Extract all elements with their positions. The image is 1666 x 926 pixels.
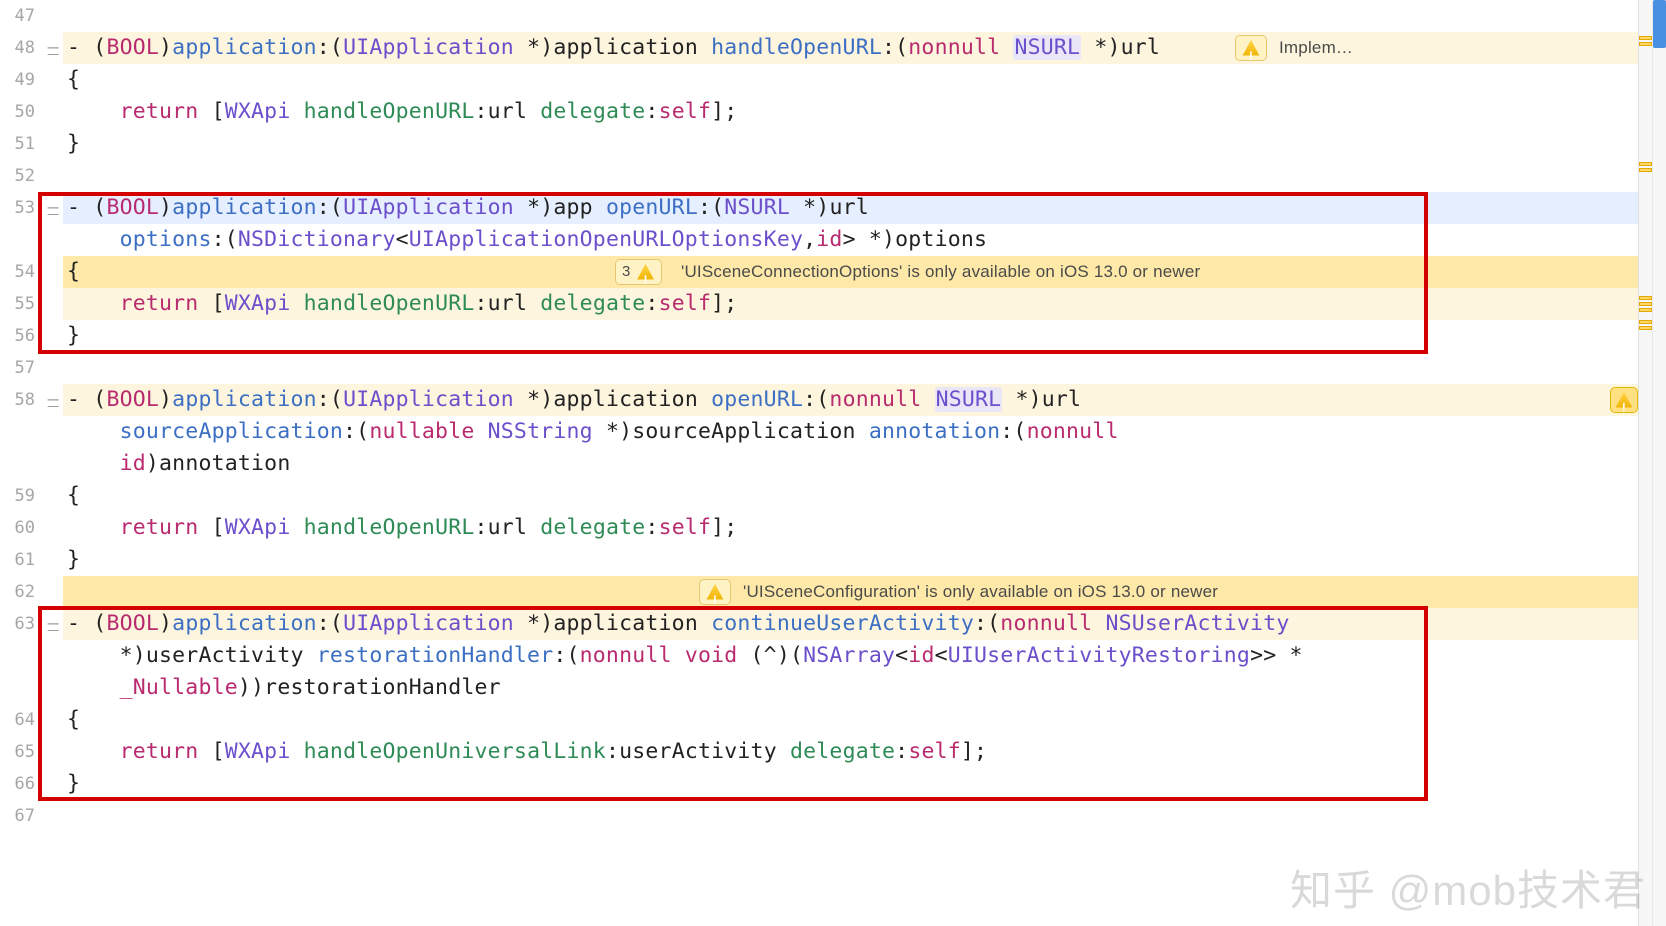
line-number: 49 [0, 64, 35, 96]
code-line[interactable]: 'UISceneConfiguration' is only available… [63, 576, 1638, 608]
code-line[interactable]: } [63, 544, 1638, 576]
warning-badge[interactable] [1235, 35, 1267, 61]
warning-minimap[interactable] [1638, 0, 1652, 926]
line-number: 51 [0, 128, 35, 160]
line-number [0, 640, 35, 672]
line-number [0, 416, 35, 448]
warning-text: Implem… [1279, 32, 1353, 64]
code-line[interactable]: - (BOOL)application:(UIApplication *)app… [63, 384, 1638, 416]
minimap-warning-marker[interactable] [1639, 42, 1652, 46]
line-number: 55 [0, 288, 35, 320]
warning-text: 'UISceneConnectionOptions' is only avail… [681, 256, 1200, 288]
code-line[interactable] [63, 352, 1638, 384]
vertical-scrollbar[interactable] [1652, 0, 1666, 926]
code-line[interactable]: sourceApplication:(nullable NSString *)s… [63, 416, 1638, 448]
line-number: 50 [0, 96, 35, 128]
code-line[interactable]: *)userActivity restorationHandler:(nonnu… [63, 640, 1638, 672]
fold-column: – – – – [43, 0, 63, 926]
code-line[interactable]: - (BOOL)application:(UIApplication *)app… [63, 608, 1638, 640]
fold-toggle[interactable]: – [48, 37, 59, 58]
line-number: 47 [0, 0, 35, 32]
warning-icon [1615, 391, 1633, 409]
minimap-warning-marker[interactable] [1639, 168, 1652, 172]
line-number-gutter: 47484950515253 5455565758 5960616263 646566… [0, 0, 43, 926]
line-number: 57 [0, 352, 35, 384]
line-number: 65 [0, 736, 35, 768]
line-number [0, 448, 35, 480]
line-number: 61 [0, 544, 35, 576]
code-line[interactable]: { [63, 480, 1638, 512]
code-line[interactable]: _Nullable))restorationHandler [63, 672, 1638, 704]
line-number [0, 672, 35, 704]
minimap-warning-marker[interactable] [1639, 302, 1652, 306]
warning-icon [637, 263, 655, 281]
scrollbar-thumb[interactable] [1653, 0, 1666, 48]
warning-icon [1242, 39, 1260, 57]
minimap-warning-marker[interactable] [1639, 36, 1652, 40]
minimap-warning-marker[interactable] [1639, 326, 1652, 330]
line-number: 58 [0, 384, 35, 416]
line-number: 54 [0, 256, 35, 288]
code-line[interactable] [63, 160, 1638, 192]
line-number: 63 [0, 608, 35, 640]
code-line[interactable]: return [WXApi handleOpenUniversalLink:us… [63, 736, 1638, 768]
line-number: 52 [0, 160, 35, 192]
code-line[interactable]: } [63, 320, 1638, 352]
minimap-warning-marker[interactable] [1639, 296, 1652, 300]
minimap-warning-marker[interactable] [1639, 162, 1652, 166]
line-number: 48 [0, 32, 35, 64]
code-area[interactable]: - (BOOL)application:(UIApplication *)app… [63, 0, 1638, 926]
code-line[interactable]: { [63, 704, 1638, 736]
code-line[interactable]: return [WXApi handleOpenURL:url delegate… [63, 288, 1638, 320]
minimap-warning-marker[interactable] [1639, 308, 1652, 312]
fold-toggle[interactable]: – [48, 389, 59, 410]
warning-badge[interactable]: 3 [615, 259, 662, 285]
line-number [0, 224, 35, 256]
code-line[interactable]: } [63, 128, 1638, 160]
line-number: 53 [0, 192, 35, 224]
line-number: 59 [0, 480, 35, 512]
code-line[interactable]: return [WXApi handleOpenURL:url delegate… [63, 512, 1638, 544]
code-editor: 47484950515253 5455565758 5960616263 646566… [0, 0, 1666, 926]
code-line[interactable]: {3'UISceneConnectionOptions' is only ava… [63, 256, 1638, 288]
code-line[interactable]: } [63, 768, 1638, 800]
warning-badge[interactable] [699, 579, 731, 605]
code-line[interactable]: options:(NSDictionary<UIApplicationOpenU… [63, 224, 1638, 256]
line-number: 62 [0, 576, 35, 608]
warning-badge[interactable] [1610, 387, 1638, 413]
warning-count: 3 [622, 256, 631, 288]
warning-icon [706, 583, 724, 601]
code-line[interactable]: id)annotation [63, 448, 1638, 480]
fold-toggle[interactable]: – [48, 197, 59, 218]
code-line[interactable] [63, 800, 1638, 832]
minimap-warning-marker[interactable] [1639, 320, 1652, 324]
code-line[interactable]: { [63, 64, 1638, 96]
fold-toggle[interactable]: – [48, 613, 59, 634]
code-line[interactable] [63, 0, 1638, 32]
line-number: 64 [0, 704, 35, 736]
warning-text: 'UISceneConfiguration' is only available… [743, 576, 1218, 608]
line-number: 67 [0, 800, 35, 832]
line-number: 66 [0, 768, 35, 800]
code-line[interactable]: - (BOOL)application:(UIApplication *)app… [63, 32, 1638, 64]
code-line[interactable]: return [WXApi handleOpenURL:url delegate… [63, 96, 1638, 128]
line-number: 56 [0, 320, 35, 352]
code-line[interactable]: - (BOOL)application:(UIApplication *)app… [63, 192, 1638, 224]
line-number: 60 [0, 512, 35, 544]
